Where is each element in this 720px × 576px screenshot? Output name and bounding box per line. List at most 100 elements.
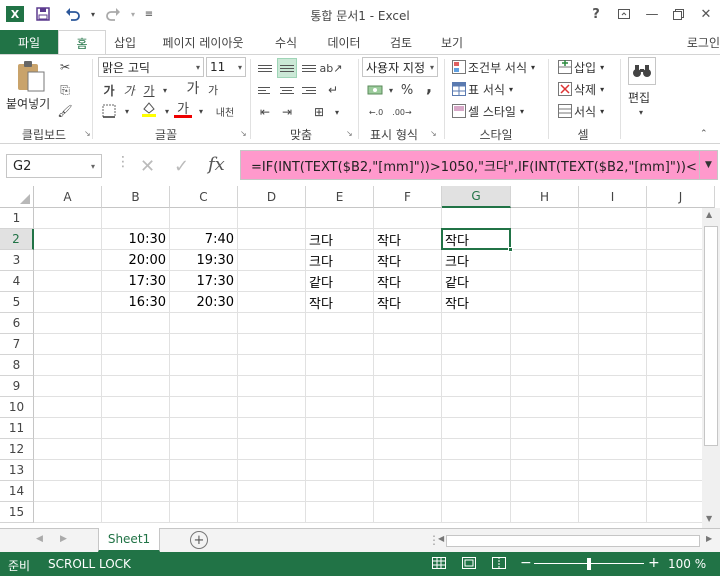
cell-g3[interactable]: 크다	[442, 250, 511, 271]
tab-review[interactable]: 검토	[378, 30, 424, 54]
cell-g1[interactable]	[442, 208, 511, 229]
ribbon-display-options-icon[interactable]	[612, 4, 636, 24]
grow-font-button[interactable]: 가	[184, 79, 202, 97]
bold-button[interactable]: 가	[100, 81, 118, 99]
cell-g7[interactable]	[442, 334, 511, 355]
column-header-f[interactable]: F	[374, 186, 442, 208]
cell-i11[interactable]	[579, 418, 647, 439]
cell-i4[interactable]	[579, 271, 647, 292]
cell-c10[interactable]	[170, 397, 238, 418]
cell-f4[interactable]: 작다	[374, 271, 442, 292]
column-header-d[interactable]: D	[238, 186, 306, 208]
tab-insert[interactable]: 삽입	[108, 30, 142, 54]
align-bottom-icon[interactable]	[300, 59, 318, 77]
cell-c4[interactable]: 17:30	[170, 271, 238, 292]
cell-i1[interactable]	[579, 208, 647, 229]
copy-icon[interactable]: ⎘	[56, 81, 74, 99]
cell-h12[interactable]	[511, 439, 579, 460]
cell-c8[interactable]	[170, 355, 238, 376]
cell-b3[interactable]: 20:00	[102, 250, 170, 271]
cell-i7[interactable]	[579, 334, 647, 355]
cell-e5[interactable]: 작다	[306, 292, 374, 313]
fill-color-icon[interactable]	[140, 100, 158, 118]
cell-g12[interactable]	[442, 439, 511, 460]
cell-d12[interactable]	[238, 439, 306, 460]
font-name-combo[interactable]: 맑은 고딕 ▾	[98, 57, 204, 77]
cell-f7[interactable]	[374, 334, 442, 355]
delete-cells-button[interactable]: 삭제 ▾	[556, 80, 604, 98]
next-sheet-icon[interactable]: ▶	[60, 534, 67, 544]
alignment-launcher-icon[interactable]: ↘	[346, 129, 353, 138]
cell-d10[interactable]	[238, 397, 306, 418]
font-color-dropdown-icon[interactable]: ▾	[192, 102, 210, 120]
tab-data[interactable]: 데이터	[318, 30, 370, 54]
wrap-text-icon[interactable]: ↵	[324, 81, 342, 99]
font-color-button[interactable]: 가	[174, 100, 192, 118]
cell-h14[interactable]	[511, 481, 579, 502]
paste-button[interactable]: 붙여넣기	[6, 95, 50, 112]
scroll-down-icon[interactable]: ▼	[706, 514, 712, 523]
cell-h5[interactable]	[511, 292, 579, 313]
cell-i15[interactable]	[579, 502, 647, 523]
cell-a14[interactable]	[34, 481, 102, 502]
cell-h10[interactable]	[511, 397, 579, 418]
increase-decimal-icon[interactable]: ←.0	[366, 103, 386, 121]
paste-icon[interactable]	[14, 59, 48, 95]
cell-f9[interactable]	[374, 376, 442, 397]
cell-f12[interactable]	[374, 439, 442, 460]
cell-d8[interactable]	[238, 355, 306, 376]
cell-e2[interactable]: 크다	[306, 229, 374, 250]
cell-a13[interactable]	[34, 460, 102, 481]
cell-f11[interactable]	[374, 418, 442, 439]
cell-a6[interactable]	[34, 313, 102, 334]
align-right-icon[interactable]	[300, 81, 318, 99]
horizontal-scroll-thumb[interactable]	[446, 535, 700, 547]
cell-e6[interactable]	[306, 313, 374, 334]
cell-b10[interactable]	[102, 397, 170, 418]
cell-h2[interactable]	[511, 229, 579, 250]
cell-d5[interactable]	[238, 292, 306, 313]
vertical-scrollbar[interactable]: ▲ ▼	[702, 208, 720, 528]
cell-h9[interactable]	[511, 376, 579, 397]
name-box[interactable]: G2 ▾	[6, 154, 102, 178]
cell-d7[interactable]	[238, 334, 306, 355]
orientation-icon[interactable]: ab↗	[320, 59, 343, 77]
row-header-10[interactable]: 10	[0, 397, 34, 418]
tab-file[interactable]: 파일	[0, 30, 58, 54]
borders-dropdown-icon[interactable]: ▾	[118, 102, 136, 120]
cell-b7[interactable]	[102, 334, 170, 355]
cell-b5[interactable]: 16:30	[102, 292, 170, 313]
align-left-icon[interactable]	[256, 81, 274, 99]
cell-g8[interactable]	[442, 355, 511, 376]
cell-g10[interactable]	[442, 397, 511, 418]
cell-b15[interactable]	[102, 502, 170, 523]
restore-icon[interactable]	[666, 4, 690, 24]
cell-a5[interactable]	[34, 292, 102, 313]
cell-a1[interactable]	[34, 208, 102, 229]
cell-c11[interactable]	[170, 418, 238, 439]
cell-e11[interactable]	[306, 418, 374, 439]
minimize-icon[interactable]: —	[640, 4, 664, 24]
cell-d13[interactable]	[238, 460, 306, 481]
cell-e14[interactable]	[306, 481, 374, 502]
cell-a4[interactable]	[34, 271, 102, 292]
shrink-font-button[interactable]: 가	[204, 81, 222, 99]
zoom-slider-thumb[interactable]	[587, 558, 591, 570]
insert-cells-button[interactable]: 삽입 ▾	[556, 58, 604, 76]
cell-b6[interactable]	[102, 313, 170, 334]
percent-style-button[interactable]: %	[398, 81, 416, 99]
prev-sheet-icon[interactable]: ◀	[36, 534, 43, 544]
cell-f2[interactable]: 작다	[374, 229, 442, 250]
cell-e7[interactable]	[306, 334, 374, 355]
font-launcher-icon[interactable]: ↘	[240, 129, 247, 138]
close-icon[interactable]: ✕	[694, 4, 718, 24]
column-header-j[interactable]: J	[647, 186, 715, 208]
cell-i10[interactable]	[579, 397, 647, 418]
cut-icon[interactable]: ✂	[56, 58, 74, 76]
enter-icon[interactable]: ✓	[174, 156, 189, 177]
page-layout-view-icon[interactable]	[462, 557, 476, 572]
cell-g14[interactable]	[442, 481, 511, 502]
tab-home[interactable]: 홈	[58, 30, 106, 55]
format-as-table-button[interactable]: 표 서식 ▾	[450, 80, 513, 98]
column-header-c[interactable]: C	[170, 186, 238, 208]
